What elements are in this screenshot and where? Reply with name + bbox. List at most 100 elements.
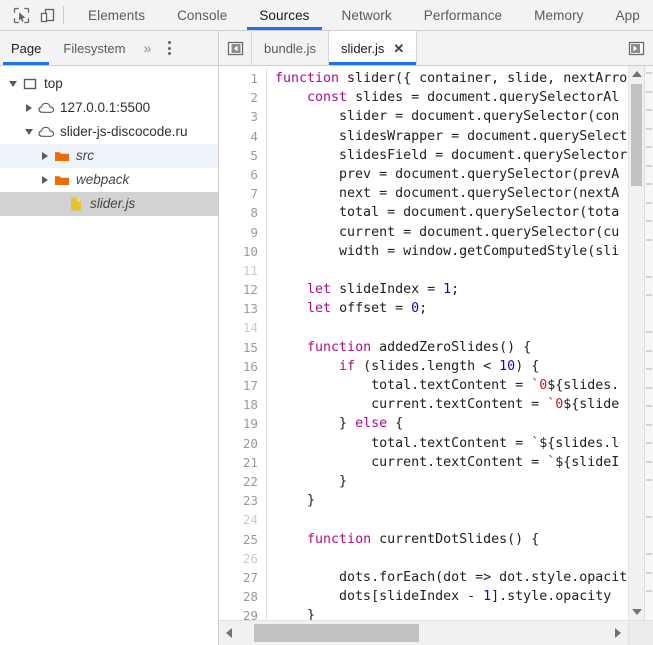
line-text[interactable]: const slides = document.querySelectorAl — [267, 88, 619, 107]
line-text[interactable]: current = document.querySelector(cu — [267, 223, 619, 242]
arrow-left-icon[interactable] — [221, 621, 237, 645]
line-number[interactable]: 11 — [219, 260, 267, 281]
line-number[interactable]: 21 — [219, 452, 267, 472]
line-number[interactable]: 12 — [219, 280, 267, 300]
line-text[interactable]: function addedZeroSlides() { — [267, 338, 531, 357]
horizontal-scrollbar-thumb[interactable] — [254, 624, 419, 642]
arrow-right-icon[interactable] — [610, 621, 626, 645]
line-number[interactable]: 22 — [219, 471, 267, 492]
line-text[interactable]: slidesWrapper = document.querySelect — [267, 127, 627, 146]
editor-horizontal-scrollbar[interactable] — [219, 620, 653, 645]
chevron-right-icon[interactable] — [38, 152, 52, 160]
line-number[interactable]: 17 — [219, 376, 267, 396]
line-number[interactable]: 8 — [219, 203, 267, 223]
line-text[interactable]: width = window.getComputedStyle(sli — [267, 242, 619, 261]
code-token: ; — [451, 282, 460, 298]
tab-network[interactable]: Network — [326, 0, 408, 30]
close-icon[interactable]: ✕ — [393, 42, 404, 55]
line-text[interactable]: prev = document.querySelector(prevA — [267, 165, 619, 184]
line-text[interactable]: dots[slideIndex - 1].style.opacity — [267, 587, 619, 606]
code-token: } — [275, 493, 316, 509]
line-number[interactable]: 26 — [219, 548, 267, 568]
line-text[interactable]: } — [267, 472, 347, 491]
tree-item-slider-js[interactable]: slider.js — [0, 192, 218, 216]
nav-tab-filesystem[interactable]: Filesystem — [52, 31, 136, 65]
tree-item-src[interactable]: src — [0, 144, 218, 168]
line-text[interactable]: total.textContent = `${slides.l — [267, 434, 619, 453]
line-number[interactable]: 7 — [219, 184, 267, 204]
editor-overview-strip[interactable] — [644, 66, 653, 629]
chevron-double-right-icon[interactable]: » — [137, 31, 159, 65]
line-number[interactable]: 6 — [219, 164, 267, 185]
line-number[interactable]: 25 — [219, 529, 267, 549]
line-text[interactable]: function slider({ container, slide, next… — [267, 69, 627, 88]
line-text[interactable]: current.textContent = `0${slide — [267, 395, 619, 414]
overview-mark — [646, 479, 652, 481]
line-number[interactable]: 9 — [219, 222, 267, 242]
line-number[interactable]: 23 — [219, 491, 267, 511]
line-number[interactable]: 14 — [219, 318, 267, 338]
collapse-navigator-icon[interactable] — [219, 31, 252, 65]
tab-performance[interactable]: Performance — [408, 0, 518, 30]
line-text[interactable]: } — [267, 491, 315, 510]
line-number[interactable]: 3 — [219, 107, 267, 127]
line-text[interactable]: function currentDotSlides() { — [267, 530, 539, 549]
tab-console[interactable]: Console — [161, 0, 243, 30]
toolbar-icon-group — [0, 0, 72, 30]
tree-item-slider-js-discocode-ru[interactable]: slider-js-discocode.ru — [0, 120, 218, 144]
tree-item-webpack[interactable]: webpack — [0, 168, 218, 192]
line-text[interactable]: next = document.querySelector(nextA — [267, 184, 619, 203]
line-text[interactable]: slider = document.querySelector(con — [267, 107, 619, 126]
line-text[interactable]: } else { — [267, 414, 403, 433]
line-number[interactable]: 27 — [219, 567, 267, 588]
line-number[interactable]: 15 — [219, 337, 267, 357]
line-number[interactable]: 10 — [219, 241, 267, 261]
tab-elements[interactable]: Elements — [72, 0, 161, 30]
tree-item-localhost[interactable]: 127.0.0.1:5500 — [0, 96, 218, 120]
line-number[interactable]: 28 — [219, 587, 267, 607]
arrow-down-icon[interactable] — [629, 604, 644, 620]
line-text[interactable]: total = document.querySelector(tota — [267, 203, 619, 222]
chevron-down-icon[interactable] — [6, 81, 20, 87]
tree-item-top[interactable]: top — [0, 72, 218, 96]
line-number[interactable]: 20 — [219, 433, 267, 453]
line-number[interactable]: 19 — [219, 414, 267, 434]
line-number[interactable]: 13 — [219, 299, 267, 319]
code-content[interactable]: 1 function slider({ container, slide, nex… — [219, 66, 653, 620]
code-line: 20 total.textContent = `${slides.l — [219, 433, 653, 453]
line-number[interactable]: 2 — [219, 88, 267, 108]
line-text[interactable]: let slideIndex = 1; — [267, 280, 459, 299]
code-token: slidesField = document.querySelector — [275, 147, 628, 163]
tab-application[interactable]: App — [600, 0, 653, 30]
more-vertical-icon[interactable] — [158, 31, 180, 65]
inspect-cursor-icon[interactable] — [8, 2, 34, 28]
vertical-scrollbar-thumb[interactable] — [631, 84, 642, 186]
chevron-down-icon[interactable] — [22, 129, 36, 135]
line-text[interactable]: dots.forEach(dot => dot.style.opacit — [267, 568, 627, 587]
line-number[interactable]: 16 — [219, 356, 267, 377]
line-number[interactable]: 29 — [219, 606, 267, 620]
show-panel-right-icon[interactable] — [619, 31, 653, 65]
line-text[interactable]: slidesField = document.querySelector — [267, 146, 627, 165]
line-number[interactable]: 1 — [219, 69, 267, 89]
line-text[interactable]: } — [267, 606, 315, 620]
line-text[interactable]: total.textContent = `0${slides. — [267, 376, 619, 395]
line-number[interactable]: 18 — [219, 395, 267, 415]
line-text[interactable]: current.textContent = `${slideI — [267, 453, 619, 472]
file-tab-slider-js[interactable]: slider.js ✕ — [329, 31, 418, 65]
tab-sources[interactable]: Sources — [243, 0, 325, 30]
line-number[interactable]: 24 — [219, 510, 267, 530]
line-number[interactable]: 4 — [219, 126, 267, 146]
line-text[interactable]: if (slides.length < 10) { — [267, 357, 539, 376]
tab-memory[interactable]: Memory — [518, 0, 599, 30]
chevron-right-icon[interactable] — [22, 104, 36, 112]
file-tab-bundle-js[interactable]: bundle.js — [252, 31, 330, 65]
code-line: 28 dots[slideIndex - 1].style.opacity — [219, 587, 653, 607]
arrow-up-icon[interactable] — [629, 66, 644, 82]
line-number[interactable]: 5 — [219, 145, 267, 165]
editor-vertical-scrollbar[interactable] — [628, 66, 644, 620]
line-text[interactable]: let offset = 0; — [267, 299, 427, 318]
device-toolbar-icon[interactable] — [34, 2, 60, 28]
nav-tab-page[interactable]: Page — [0, 31, 52, 65]
chevron-right-icon[interactable] — [38, 176, 52, 184]
